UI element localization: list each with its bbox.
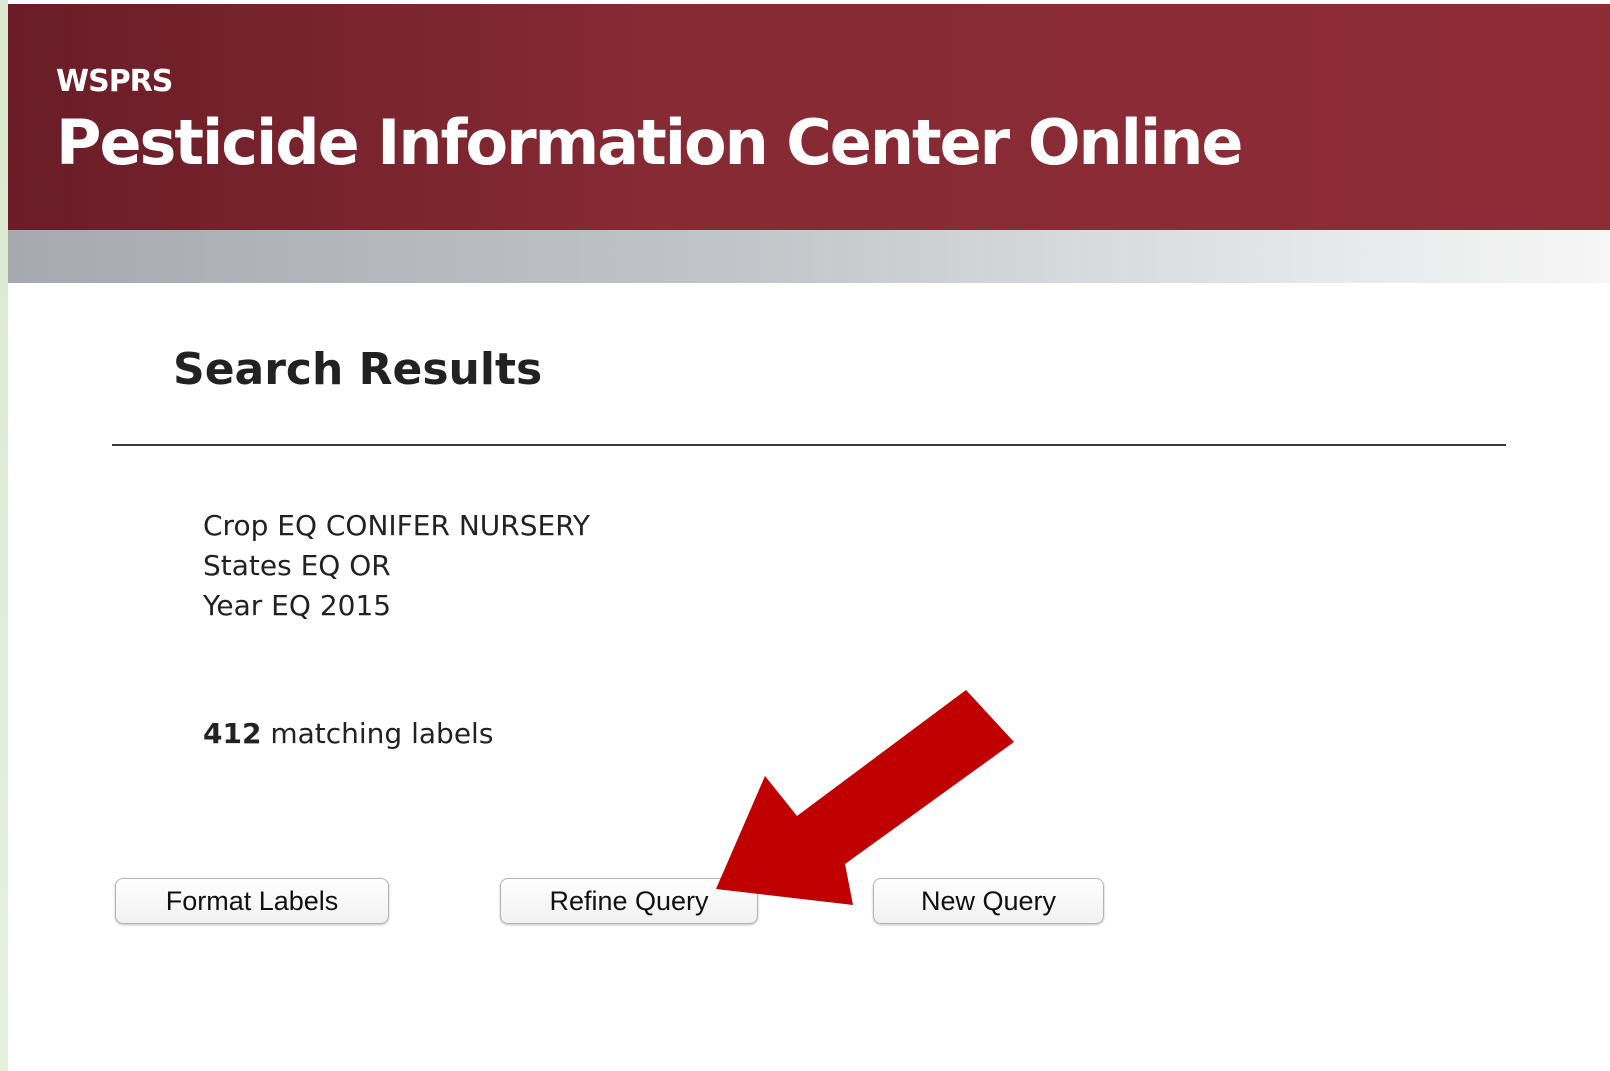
org-name: WSPRS <box>56 64 173 99</box>
criteria-year: Year EQ 2015 <box>203 589 392 622</box>
query-criteria: Crop EQ CONIFER NURSERY States EQ OR Yea… <box>203 506 590 626</box>
arrow-shape <box>716 690 1014 905</box>
header-gradient-band <box>8 230 1610 283</box>
refine-query-button[interactable]: Refine Query <box>500 878 758 924</box>
match-count-line: 412 matching labels <box>203 717 493 750</box>
left-edge-strip <box>0 0 8 1071</box>
criteria-crop: Crop EQ CONIFER NURSERY <box>203 509 590 542</box>
format-labels-button[interactable]: Format Labels <box>115 878 389 924</box>
page-title: Search Results <box>173 344 543 395</box>
criteria-states: States EQ OR <box>203 549 391 582</box>
new-query-button[interactable]: New Query <box>873 878 1104 924</box>
site-header: WSPRS Pesticide Information Center Onlin… <box>8 4 1610 230</box>
heading-divider <box>112 444 1506 446</box>
page: WSPRS Pesticide Information Center Onlin… <box>0 0 1610 1071</box>
site-title: Pesticide Information Center Online <box>56 106 1243 179</box>
match-count: 412 <box>203 717 262 750</box>
match-count-label: matching labels <box>261 717 494 750</box>
